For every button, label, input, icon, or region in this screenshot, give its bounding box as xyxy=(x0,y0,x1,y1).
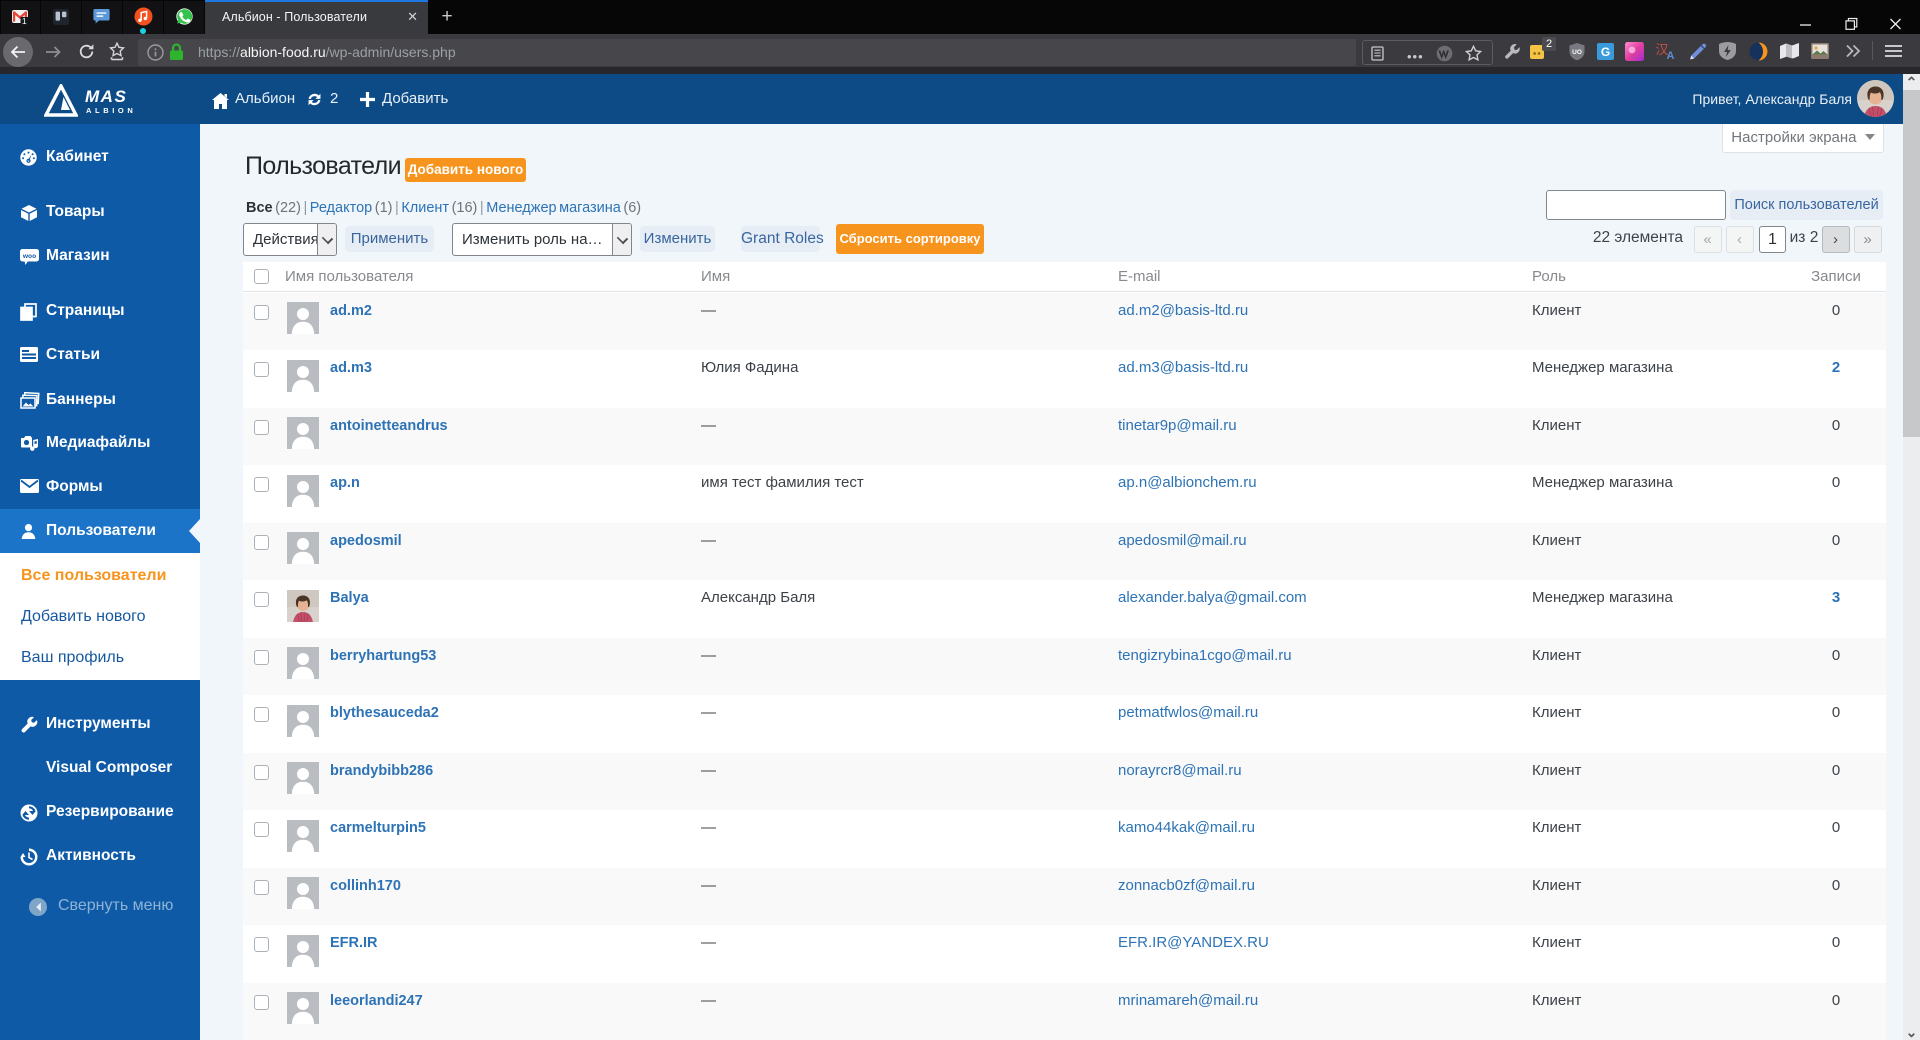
svg-text:UO: UO xyxy=(1572,49,1582,56)
svg-text:G: G xyxy=(1601,45,1610,59)
svg-text:1: 1 xyxy=(22,16,27,25)
svg-text:woo: woo xyxy=(22,253,36,260)
svg-text:A: A xyxy=(1667,50,1675,61)
